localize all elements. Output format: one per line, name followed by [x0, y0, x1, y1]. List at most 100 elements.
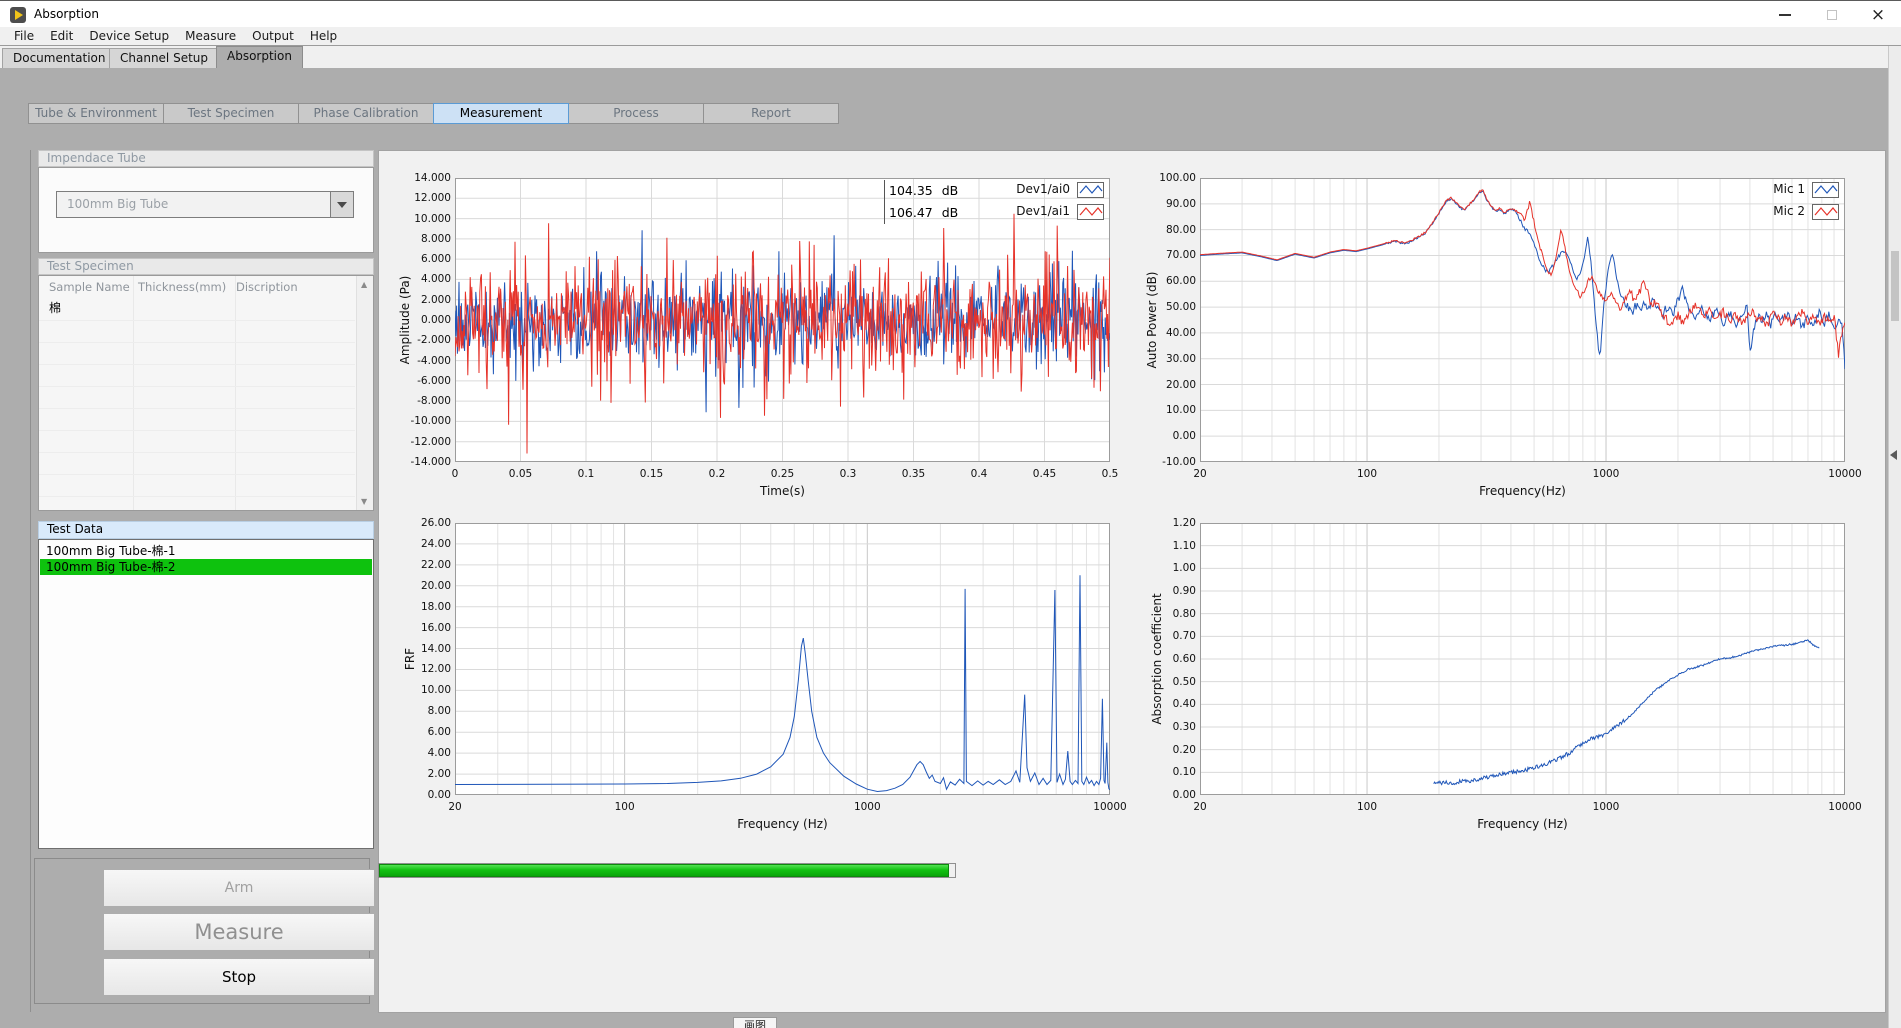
progress-bar — [378, 863, 956, 878]
subtab-measurement[interactable]: Measurement — [433, 103, 569, 124]
measure-button[interactable]: Measure — [103, 913, 375, 951]
y-tick-label: 70.00 — [1138, 248, 1196, 262]
menu-item-output[interactable]: Output — [244, 27, 302, 46]
legend-plot-icon[interactable] — [1077, 204, 1104, 220]
maximize-button[interactable] — [1817, 1, 1847, 28]
minimize-button[interactable] — [1770, 1, 1800, 28]
menu-item-edit[interactable]: Edit — [42, 27, 81, 46]
minimize-icon — [1779, 14, 1791, 16]
y-tick-label: 2.00 — [393, 767, 451, 781]
impedance-tube-select[interactable]: 100mm Big Tube — [56, 191, 354, 218]
dropdown-button[interactable] — [330, 192, 353, 217]
test-specimen-table[interactable]: Sample NameThickness(mm)Discription 棉 ▲ … — [38, 275, 374, 511]
app-icon — [10, 7, 26, 23]
legend-plot-icon[interactable] — [1812, 182, 1839, 198]
tab-documentation[interactable]: Documentation — [2, 48, 117, 68]
arm-button-label: Arm — [225, 880, 254, 896]
subtabs: Tube & EnvironmentTest SpecimenPhase Cal… — [28, 103, 848, 124]
level-indicator-unit: dB — [942, 205, 959, 220]
x-tick-label: 20 — [420, 800, 490, 814]
y-tick-label: 0.70 — [1138, 629, 1196, 643]
maximize-icon — [1827, 10, 1837, 20]
measure-button-label: Measure — [194, 920, 283, 944]
y-tick-label: 0.60 — [1138, 652, 1196, 666]
level-indicator-value: 106.47 — [889, 205, 933, 220]
legend-plot-icon[interactable] — [1077, 182, 1104, 198]
right-scrollbar[interactable] — [1888, 46, 1901, 1028]
table-gridline — [39, 364, 355, 365]
x-tick-label: 100 — [1332, 800, 1402, 814]
test-data-label: Test Data — [38, 521, 374, 539]
legend-label-mic-1[interactable]: Mic 1 — [1695, 182, 1805, 196]
y-tick-label: 10.000 — [393, 212, 451, 226]
x-tick-label: 0 — [420, 467, 490, 481]
test-data-list[interactable]: 100mm Big Tube-棉-1100mm Big Tube-棉-2 — [38, 539, 374, 849]
scroll-up-icon[interactable]: ▲ — [361, 280, 367, 289]
x-tick-label: 0.4 — [944, 467, 1014, 481]
pane-collapse-icon[interactable] — [1890, 450, 1897, 460]
x-tick-label: 1000 — [1571, 800, 1641, 814]
plot-area — [455, 178, 1110, 462]
subtab-report[interactable]: Report — [703, 103, 839, 124]
tabstrip: DocumentationChannel SetupAbsorption — [0, 46, 1901, 68]
x-tick-label: 1000 — [1571, 467, 1641, 481]
tab-absorption[interactable]: Absorption — [216, 46, 303, 68]
chevron-down-icon — [337, 202, 347, 208]
x-tick-label: 100 — [590, 800, 660, 814]
y-tick-label: 0.30 — [1138, 720, 1196, 734]
y-tick-label: 0.80 — [1138, 607, 1196, 621]
test-data-item-2[interactable]: 100mm Big Tube-棉-2 — [40, 559, 372, 575]
menu-item-help[interactable]: Help — [302, 27, 345, 46]
close-button[interactable]: × — [1863, 1, 1893, 28]
y-axis-title: Absorption coefficient — [1150, 593, 1164, 724]
y-tick-label: 22.00 — [393, 558, 451, 572]
scroll-down-icon[interactable]: ▼ — [361, 497, 367, 506]
legend-label-dev1-ai1[interactable]: Dev1/ai1 — [960, 204, 1070, 218]
impedance-tube-value: 100mm Big Tube — [67, 197, 168, 211]
table-scrollbar[interactable]: ▲ ▼ — [356, 276, 373, 510]
y-tick-label: 0.50 — [1138, 675, 1196, 689]
subtab-tube-environment[interactable]: Tube & Environment — [28, 103, 164, 124]
y-tick-label: 10.00 — [393, 683, 451, 697]
column-header-thickness-mm: Thickness(mm) — [138, 280, 226, 294]
x-axis-title: Frequency(Hz) — [1200, 484, 1845, 498]
y-tick-label: 80.00 — [1138, 223, 1196, 237]
arm-button[interactable]: Arm — [103, 869, 375, 907]
y-tick-label: 1.00 — [1138, 561, 1196, 575]
menu-item-file[interactable]: File — [6, 27, 42, 46]
level-indicator: 104.35dB — [889, 183, 958, 198]
y-tick-label: -8.000 — [393, 394, 451, 408]
subtab-phase-calibration[interactable]: Phase Calibration — [298, 103, 434, 124]
menu-item-measure[interactable]: Measure — [177, 27, 244, 46]
menu-item-device-setup[interactable]: Device Setup — [81, 27, 177, 46]
stop-button[interactable]: Stop — [103, 958, 375, 996]
subtab-test-specimen[interactable]: Test Specimen — [163, 103, 299, 124]
table-gridline — [39, 386, 355, 387]
level-indicator-value: 104.35 — [889, 183, 933, 198]
y-tick-label: 6.00 — [393, 725, 451, 739]
table-cell[interactable]: 棉 — [49, 299, 61, 316]
y-tick-label: -10.000 — [393, 414, 451, 428]
pane-splitter[interactable] — [30, 150, 31, 1012]
legend-label-mic-2[interactable]: Mic 2 — [1695, 204, 1805, 218]
legend-plot-icon[interactable] — [1812, 204, 1839, 220]
x-axis-title: Time(s) — [455, 484, 1110, 498]
tab-channel-setup[interactable]: Channel Setup — [109, 48, 219, 68]
y-axis-title: FRF — [403, 648, 417, 670]
test-specimen-label: Test Specimen — [38, 258, 374, 275]
x-tick-label: 0.45 — [1010, 467, 1080, 481]
y-tick-label: 1.20 — [1138, 516, 1196, 530]
legend-label-dev1-ai0[interactable]: Dev1/ai0 — [960, 182, 1070, 196]
x-tick-label: 0.5 — [1075, 467, 1145, 481]
x-tick-label: 10000 — [1810, 800, 1880, 814]
chart-frf: 26.0024.0022.0020.0018.0016.0014.0012.00… — [455, 523, 1110, 795]
x-tick-label: 0.2 — [682, 467, 752, 481]
hidden-tab-draw[interactable]: 画图 — [733, 1017, 777, 1028]
scrollbar-thumb[interactable] — [1891, 251, 1899, 321]
test-data-item-1[interactable]: 100mm Big Tube-棉-1 — [40, 543, 372, 559]
indicator-divider — [884, 180, 885, 224]
table-gridline — [39, 496, 355, 497]
x-tick-label: 10000 — [1075, 800, 1145, 814]
subtab-process[interactable]: Process — [568, 103, 704, 124]
y-tick-label: 14.00 — [393, 642, 451, 656]
